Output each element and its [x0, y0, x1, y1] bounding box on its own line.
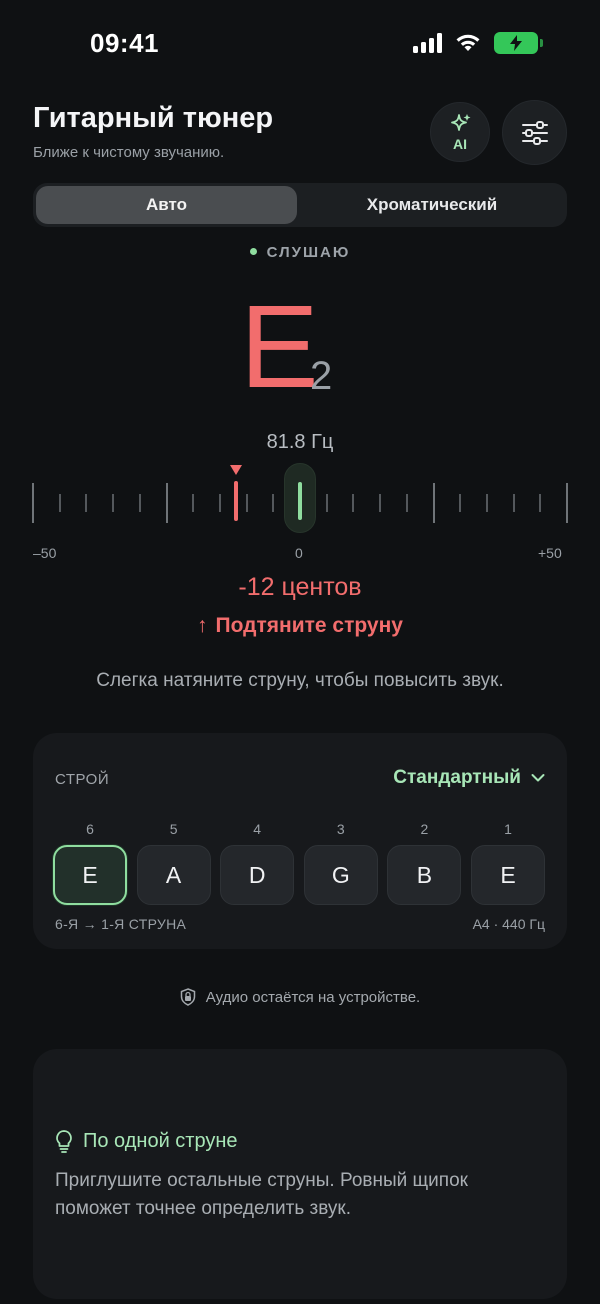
ai-assistant-button[interactable]: AI [430, 102, 490, 162]
tip-title: По одной струне [55, 1129, 238, 1153]
tuning-selected-value: Стандартный [393, 767, 521, 788]
tuning-dropdown[interactable]: Стандартный [393, 767, 545, 789]
meter-tick [352, 494, 355, 512]
listening-label: СЛУШАЮ [266, 244, 351, 261]
status-bar: 09:41 [0, 0, 600, 88]
string-button-1[interactable]: E [471, 845, 545, 905]
pitch-pointer-icon [230, 465, 242, 475]
shield-lock-icon [180, 988, 196, 1006]
tip-card: По одной струне Приглушите остальные стр… [33, 1049, 567, 1299]
ai-label: AI [453, 136, 467, 152]
string-order-note: 6-Я → 1-Я СТРУНА [55, 916, 187, 932]
cents-offset: -12 центов [238, 573, 362, 601]
status-time: 09:41 [90, 28, 159, 58]
tune-direction: ↑ Подтяните струну [0, 614, 600, 638]
arrow-up-icon: ↑ [197, 614, 208, 637]
string-number-label: 2 [420, 821, 429, 837]
string-button-4[interactable]: D [220, 845, 295, 905]
string-number-label: 5 [169, 821, 178, 837]
meter-tick [459, 494, 462, 512]
meter-tick [566, 483, 568, 523]
detected-frequency: 81.8 Гц [266, 431, 334, 453]
meter-tick [165, 483, 168, 523]
sliders-icon [521, 120, 548, 145]
mode-segmented-control: Авто Хроматический [33, 183, 567, 227]
wifi-icon [456, 34, 480, 51]
meter-tick [58, 494, 61, 512]
meter-tick [218, 494, 221, 512]
cellular-signal-icon [413, 33, 442, 53]
lightbulb-icon [56, 1130, 72, 1153]
tip-text: Приглушите остальные струны. Ровный щипо… [55, 1170, 468, 1219]
reference-pitch: A4 · 440 Гц [472, 916, 545, 932]
tip-title-label: По одной струне [83, 1129, 238, 1152]
meter-min-label: –50 [33, 545, 57, 561]
meter-tick [325, 494, 328, 512]
meter-tick [432, 483, 435, 523]
string-number-label: 4 [253, 821, 262, 837]
mode-auto-tab[interactable]: Авто [36, 186, 297, 224]
page-title: Гитарный тюнер [33, 102, 274, 134]
meter-tick [192, 494, 195, 512]
meter-tick [379, 494, 382, 512]
listening-dot-icon [249, 247, 257, 255]
meter-tick [485, 494, 488, 512]
meter-tick [85, 494, 88, 512]
meter-tick [138, 494, 141, 512]
mode-chromatic-tab[interactable]: Хроматический [300, 186, 564, 224]
meter-tick [272, 494, 275, 512]
meter-tick [512, 494, 515, 512]
privacy-text: Аудио остаётся на устройстве. [205, 988, 421, 1006]
tune-direction-label: Подтяните струну [215, 614, 403, 637]
meter-tick [245, 494, 248, 512]
privacy-note: Аудио остаётся на устройстве. [0, 988, 600, 1006]
status-icons [413, 32, 543, 54]
meter-tick [32, 483, 34, 523]
string-number-label: 6 [86, 821, 94, 837]
detected-octave: 2 [310, 354, 333, 398]
tuning-label: СТРОЙ [55, 771, 110, 788]
sparkle-icon [451, 114, 471, 131]
listening-indicator: СЛУШАЮ [0, 244, 600, 261]
page-subtitle: Ближе к чистому звучанию. [33, 144, 225, 161]
string-number-label: 1 [504, 821, 512, 837]
detected-note: E [240, 281, 319, 413]
battery-charging-icon [494, 32, 543, 54]
tuning-card: СТРОЙ Стандартный 6 E 5 A 4 D 3 G 2 B 1 E 6-Я → 1-Я… [33, 733, 567, 949]
meter-tick [112, 494, 115, 512]
target-center-marker [298, 482, 302, 520]
tuning-hint: Слегка натяните струну, чтобы повысить з… [96, 670, 504, 691]
string-button-5[interactable]: A [136, 845, 211, 905]
string-number-label: 3 [336, 821, 345, 837]
meter-zero-label: 0 [295, 545, 303, 561]
string-button-6[interactable]: E [53, 845, 127, 905]
settings-button[interactable] [502, 100, 567, 165]
string-button-3[interactable]: G [303, 845, 378, 905]
meter-tick [539, 494, 542, 512]
chevron-down-icon [531, 774, 545, 782]
string-button-2[interactable]: B [387, 845, 462, 905]
meter-tick [405, 494, 408, 512]
pitch-needle [234, 481, 238, 521]
meter-max-label: +50 [538, 545, 562, 561]
